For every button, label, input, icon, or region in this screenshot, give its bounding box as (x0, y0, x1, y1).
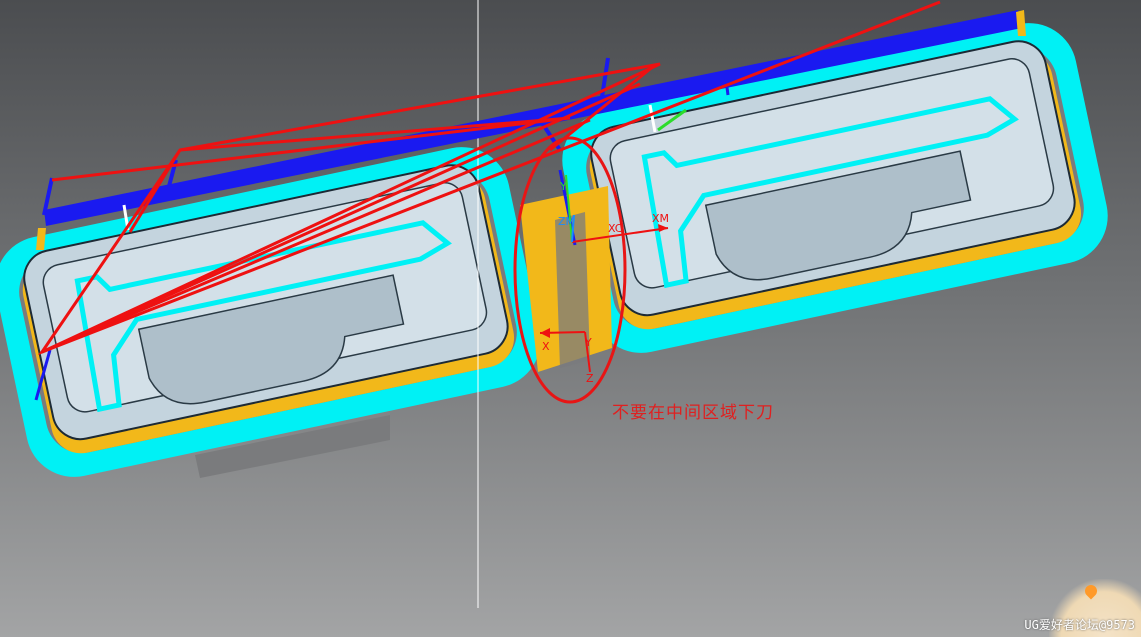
mcs-y-label: Y (584, 336, 592, 349)
wcs-y-label: Y (559, 180, 567, 193)
wcs-zm-label: ZM (558, 215, 575, 228)
left-part[interactable] (0, 138, 550, 486)
mcs-x-label: X (542, 340, 550, 353)
right-part[interactable] (553, 14, 1116, 362)
graphics-viewport[interactable]: XC XM ZM Y X Y Z (0, 0, 1141, 637)
mcs-z-label: Z (586, 372, 594, 385)
watermark-text: UG爱好者论坛@9573 (1024, 618, 1135, 632)
annotation-text: 不要在中间区域下刀 (612, 403, 774, 423)
wcs-xm-label: XM (652, 212, 669, 225)
